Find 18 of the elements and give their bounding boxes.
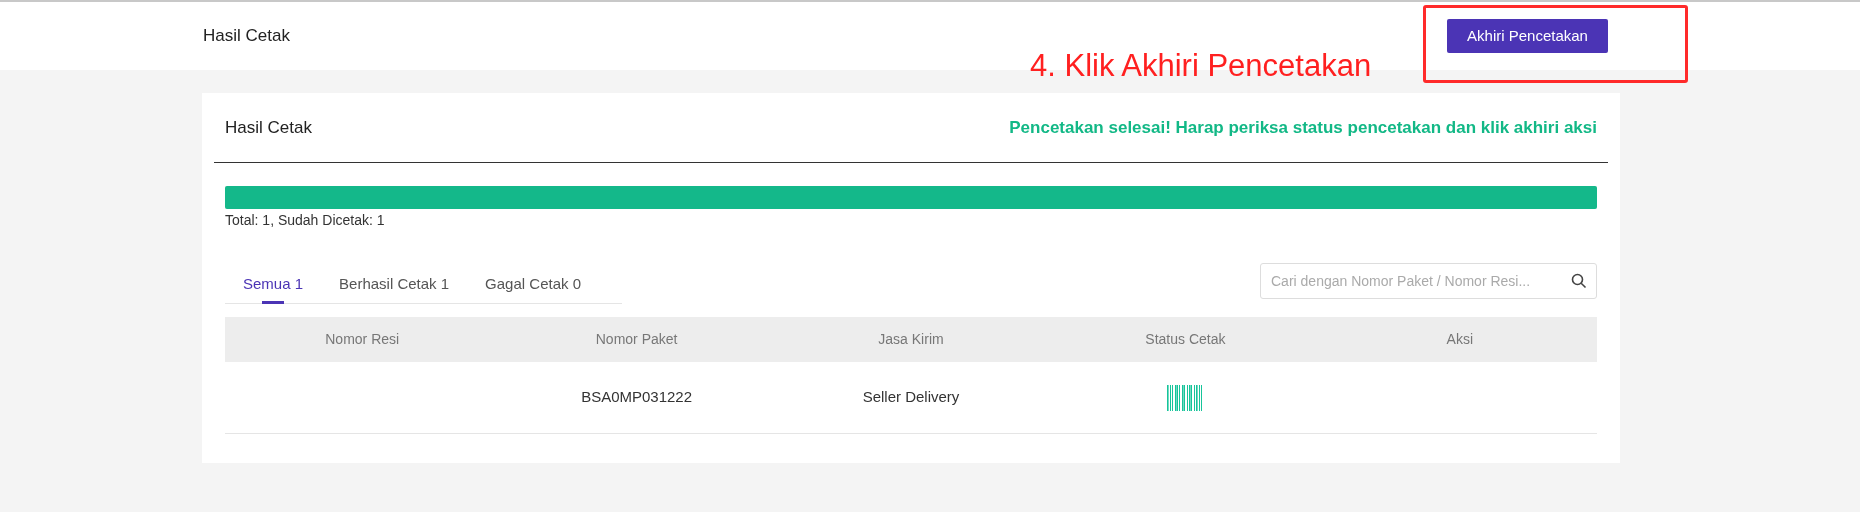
annotation-text: 4. Klik Akhiri Pencetakan	[1030, 47, 1372, 85]
table-cell-text: BSA0MP031222	[581, 387, 693, 408]
page-title: Hasil Cetak	[203, 25, 290, 48]
column-header: Aksi	[1446, 330, 1473, 349]
search-icon[interactable]	[1571, 273, 1587, 289]
filter-tab[interactable]: Gagal Cetak 0	[467, 265, 599, 303]
column-header: Nomor Paket	[595, 330, 678, 349]
search-field[interactable]: Cari dengan Nomor Paket / Nomor Resi...	[1260, 263, 1597, 299]
column-header: Status Cetak	[1145, 330, 1226, 349]
status-message: Pencetakan selesai! Harap periksa status pencetakan dan klik akhiri aksi	[1009, 116, 1597, 139]
column-header: Nomor Resi	[325, 330, 400, 349]
filter-tab[interactable]: Berhasil Cetak 1	[321, 265, 468, 303]
filter-tab[interactable]: Semua 1	[225, 265, 322, 303]
column-header: Jasa Kirim	[878, 330, 944, 349]
end-printing-button[interactable]: Akhiri Pencetakan	[1447, 19, 1608, 53]
table-cell-text: Seller Delivery	[862, 387, 960, 408]
print-summary: Total: 1, Sudah Dicetak: 1	[225, 211, 386, 230]
card-title: Hasil Cetak	[225, 116, 312, 139]
